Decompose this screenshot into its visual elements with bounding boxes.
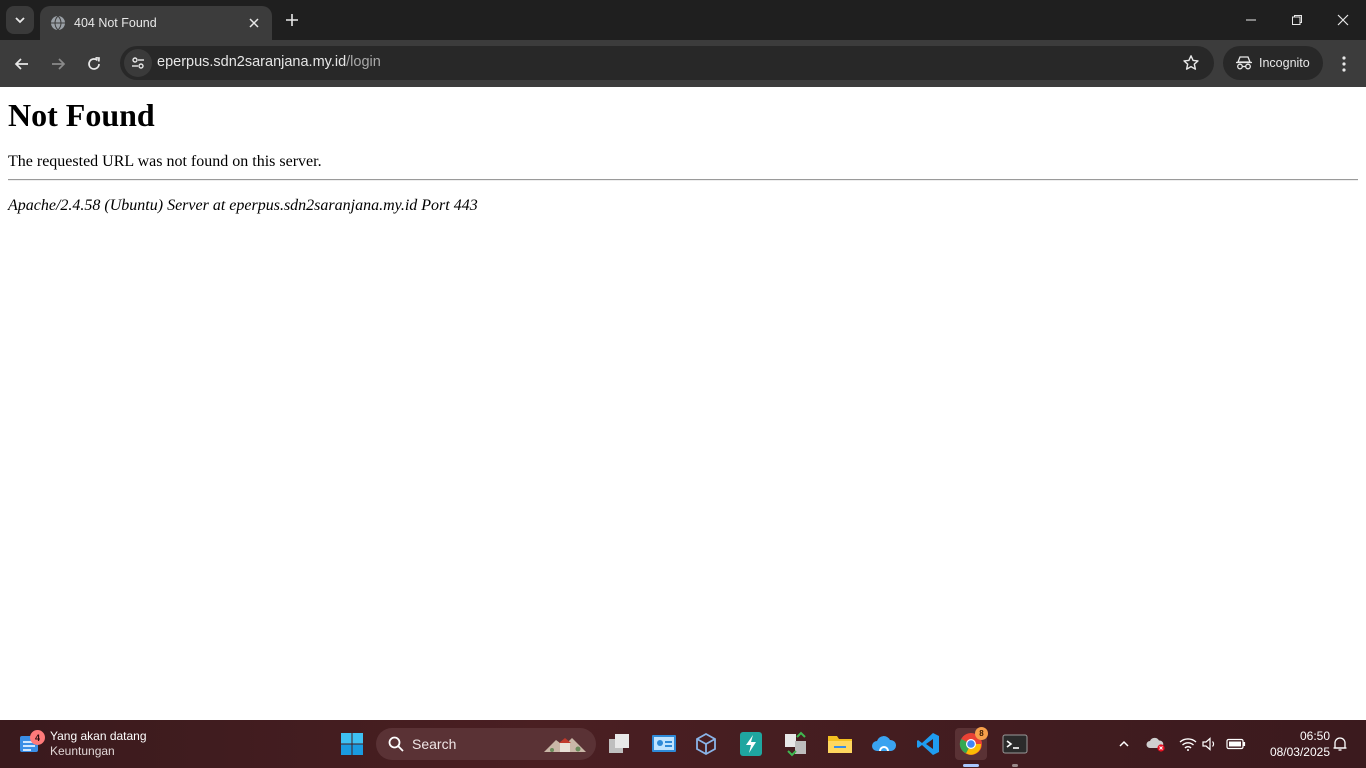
vscode-icon (917, 733, 939, 755)
search-label: Search (412, 736, 457, 752)
url-path: /login (346, 54, 381, 70)
arrow-right-icon (52, 58, 66, 70)
new-tab-button[interactable] (280, 8, 304, 32)
tab-close-button[interactable] (244, 13, 264, 33)
tab-search-button[interactable] (6, 6, 34, 34)
search-highlight-icon (542, 732, 588, 756)
open-app-indicator (1012, 764, 1018, 767)
close-icon (1337, 14, 1349, 26)
active-app-indicator (963, 764, 979, 767)
reload-icon (88, 56, 100, 70)
back-button[interactable] (8, 50, 36, 78)
bookmark-button[interactable] (1180, 52, 1202, 74)
taskbar-app-cloud[interactable] (868, 728, 900, 760)
cloud-icon (872, 736, 897, 752)
incognito-label: Incognito (1259, 56, 1310, 70)
battery-charging-icon (1226, 738, 1246, 750)
site-info-button[interactable] (124, 49, 152, 77)
control-panel-icon (652, 735, 676, 752)
tune-icon (132, 57, 144, 69)
restore-button[interactable] (1281, 6, 1313, 34)
volume-button[interactable] (1198, 732, 1222, 756)
clock[interactable]: 06:50 08/03/2025 (1254, 728, 1330, 760)
plus-icon (286, 14, 298, 26)
bolt-icon (740, 732, 762, 756)
start-button[interactable] (336, 728, 368, 760)
browser-tab[interactable]: 404 Not Found (40, 6, 272, 40)
taskbar-app-virtualbox[interactable] (690, 728, 722, 760)
page-content: Not Found The requested URL was not foun… (0, 87, 1366, 720)
forward-button[interactable] (44, 50, 72, 78)
wifi-button[interactable] (1176, 732, 1200, 756)
cloud-error-icon (1146, 737, 1165, 752)
taskbar: 4 Yang akan datang Keuntungan Search 8 0… (0, 720, 1366, 768)
clock-date: 08/03/2025 (1269, 745, 1330, 759)
onedrive-status[interactable] (1144, 732, 1168, 756)
taskbar-app-bolt[interactable] (735, 728, 767, 760)
sync-files-icon (785, 731, 806, 757)
url-domain: eperpus.sdn2saranjana.my.id (157, 54, 347, 70)
taskbar-app-task-view[interactable] (604, 728, 636, 760)
restore-icon (1292, 15, 1302, 25)
cube-icon (696, 732, 716, 756)
browser-toolbar: eperpus.sdn2saranjana.my.id/login Incogn… (0, 40, 1366, 87)
clock-time: 06:50 (1299, 729, 1330, 743)
task-view-icon (609, 734, 629, 753)
minimize-icon (1246, 19, 1256, 21)
show-hidden-icons-button[interactable] (1112, 732, 1136, 756)
widget-title: Yang akan datang (50, 729, 147, 743)
close-icon (249, 18, 259, 28)
star-icon (1183, 55, 1199, 70)
taskbar-app-control-panel[interactable] (648, 728, 680, 760)
widget-subtitle: Keuntungan (50, 744, 115, 758)
wifi-icon (1179, 738, 1197, 751)
taskbar-app-file-explorer[interactable] (824, 728, 856, 760)
windows-icon (341, 733, 363, 755)
incognito-icon (1235, 55, 1253, 71)
minimize-button[interactable] (1235, 6, 1267, 34)
chevron-up-icon (1119, 740, 1129, 747)
widget-badge: 4 (30, 730, 45, 745)
reload-button[interactable] (80, 50, 108, 78)
battery-button[interactable] (1224, 732, 1248, 756)
search-icon (388, 736, 404, 752)
folder-icon (828, 736, 852, 753)
taskbar-app-vscode[interactable] (912, 728, 944, 760)
error-message: The requested URL was not found on this … (8, 153, 322, 170)
taskbar-app-file-sync[interactable] (780, 728, 812, 760)
page-title: Not Found (8, 97, 155, 133)
divider (8, 179, 1358, 181)
incognito-indicator[interactable]: Incognito (1223, 46, 1323, 80)
chrome-badge: 8 (975, 727, 988, 740)
browser-menu-button[interactable] (1330, 50, 1358, 78)
notifications-button[interactable] (1328, 732, 1352, 756)
widgets-button[interactable]: 4 Yang akan datang Keuntungan (18, 726, 147, 762)
tab-strip: 404 Not Found (0, 0, 1366, 40)
bell-icon (1333, 737, 1347, 751)
chevron-down-icon (15, 17, 25, 24)
taskbar-app-terminal[interactable] (999, 728, 1031, 760)
server-signature: Apache/2.4.58 (Ubuntu) Server at eperpus… (8, 197, 478, 214)
globe-icon (50, 15, 66, 31)
volume-icon (1202, 737, 1215, 751)
close-window-button[interactable] (1327, 6, 1359, 34)
tab-title: 404 Not Found (74, 16, 157, 30)
url-text[interactable]: eperpus.sdn2saranjana.my.id/login (157, 54, 381, 70)
taskbar-search[interactable]: Search (376, 728, 596, 760)
weather-widget-icon: 4 (18, 730, 45, 756)
arrow-left-icon (14, 58, 28, 70)
more-vertical-icon (1342, 56, 1346, 72)
address-bar[interactable]: eperpus.sdn2saranjana.my.id/login (120, 46, 1214, 80)
terminal-icon (1002, 734, 1028, 754)
